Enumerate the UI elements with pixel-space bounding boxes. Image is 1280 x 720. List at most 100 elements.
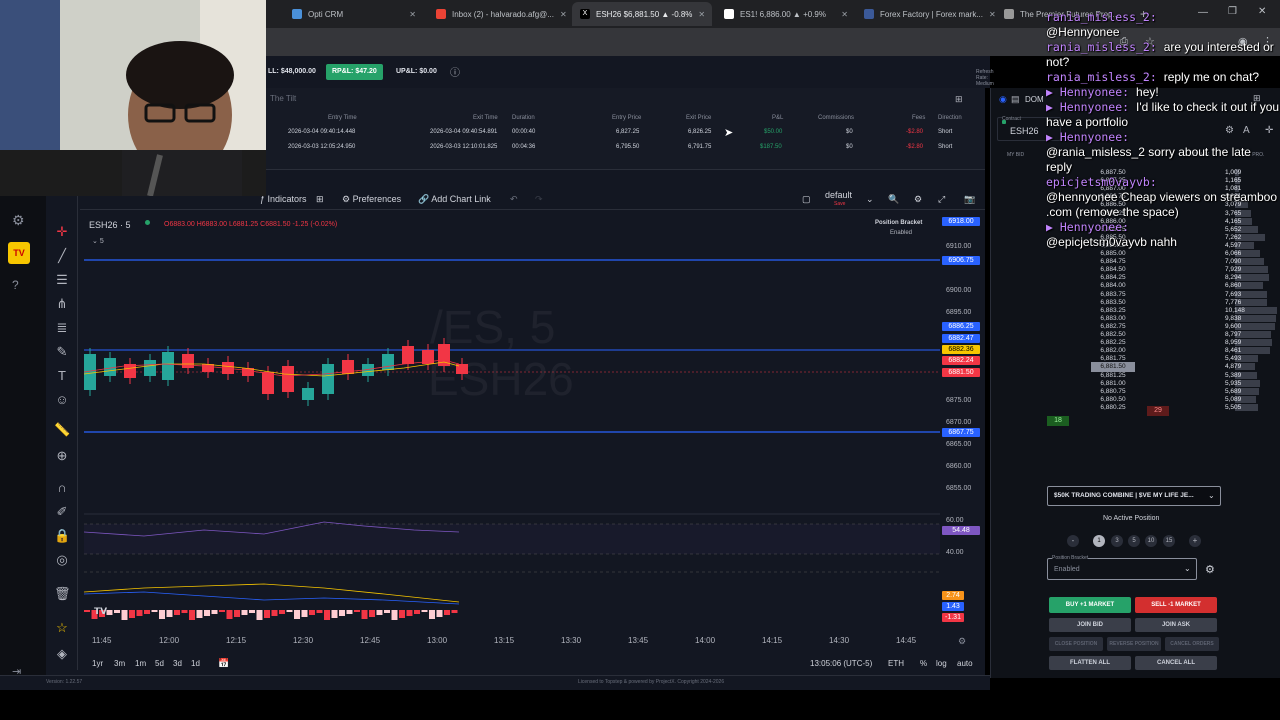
sell-market-button[interactable]: SELL -1 MARKET [1135, 597, 1217, 613]
layout-chevron-icon[interactable]: ⌄ [866, 194, 874, 205]
crosshair-icon[interactable]: ✛ [54, 224, 70, 240]
col-entry-price[interactable]: Entry Price [612, 115, 641, 121]
browser-tab-forex-factory[interactable]: Forex Factory | Forex mark... ✕ [856, 2, 996, 26]
preferences-button[interactable]: ⚙ Preferences [342, 194, 401, 205]
trendline-icon[interactable]: ╱ [54, 248, 70, 264]
templates-grid-icon[interactable]: ⊞ [316, 194, 324, 205]
tilt-tab[interactable]: The Tilt [270, 94, 296, 103]
percent-toggle[interactable]: % [920, 659, 927, 668]
horizontal-lines-icon[interactable]: ☰ [54, 272, 70, 288]
range-1m[interactable]: 1m [135, 659, 146, 668]
flatten-all-button[interactable]: FLATTEN ALL [1049, 656, 1131, 670]
col-commissions[interactable]: Commissions [818, 115, 854, 121]
macd-signal-line [84, 583, 460, 603]
layout-save-label[interactable]: Save [834, 201, 845, 207]
ruler-icon[interactable]: 📏 [54, 422, 70, 438]
bracket-select[interactable]: Position Bracket Enabled ⌄ [1047, 555, 1197, 580]
col-fees[interactable]: Fees [912, 115, 925, 121]
lock-icon[interactable]: 🔒 [54, 528, 70, 544]
browser-tab-inbox[interactable]: Inbox (2) - halvarado.afg@... ✕ [428, 2, 568, 26]
range-3m[interactable]: 3m [114, 659, 125, 668]
macd-bar [136, 610, 143, 616]
info-icon[interactable]: ⓘ [450, 64, 460, 79]
bracket-settings-icon[interactable]: ⚙ [1205, 563, 1215, 576]
search-icon[interactable]: 🔍 [888, 194, 899, 205]
join-ask-button[interactable]: JOIN ASK [1135, 618, 1217, 632]
cancel-all-button[interactable]: CANCEL ALL [1135, 656, 1217, 670]
close-tab-icon[interactable]: ✕ [835, 10, 848, 19]
col-duration[interactable]: Duration [512, 115, 535, 121]
col-exit-time[interactable]: Exit Time [473, 115, 498, 121]
qty-minus-button[interactable]: - [1067, 535, 1079, 547]
dom-ladder-row[interactable]: 6,880.25 5,505 [991, 403, 1280, 413]
fullscreen-square-icon[interactable]: ▢ [802, 194, 811, 205]
browser-tab-esh26[interactable]: X ESH26 $6,881.50 ▲ -0.8% ✕ [572, 2, 712, 26]
range-1yr[interactable]: 1yr [92, 659, 103, 668]
log-toggle[interactable]: log [936, 659, 947, 668]
favorite-star-icon[interactable]: ☆ [54, 620, 70, 636]
range-5d[interactable]: 5d [155, 659, 164, 668]
time-axis-settings-icon[interactable]: ⚙ [958, 636, 966, 647]
col-direction[interactable]: Direction [938, 115, 962, 121]
col-pl[interactable]: P&L [772, 115, 783, 121]
qty-plus-button[interactable]: + [1189, 535, 1201, 547]
tab-title: Inbox (2) - halvarado.afg@... [452, 9, 554, 19]
eye-icon[interactable]: ◎ [54, 552, 70, 568]
brush-icon[interactable]: ✎ [54, 344, 70, 360]
footer: Version: 1.22.57 Licensed to Topstep & p… [0, 675, 990, 690]
browser-tab-es1[interactable]: ES1! 6,886.00 ▲ +0.9% ✕ [716, 2, 856, 26]
close-tab-icon[interactable]: ✕ [403, 10, 416, 19]
auto-toggle[interactable]: auto [957, 659, 973, 668]
qty-option[interactable]: 15 [1163, 535, 1175, 547]
help-icon[interactable]: ? [12, 278, 19, 292]
add-chart-link-button[interactable]: 🔗 Add Chart Link [418, 194, 491, 205]
browser-tab-opti-crm[interactable]: Opti CRM ✕ [284, 2, 424, 26]
redo-icon[interactable]: ↷ [535, 194, 543, 205]
tv-logo-icon[interactable]: TV [8, 242, 30, 264]
chart-settings-icon[interactable]: ⚙ [914, 194, 922, 205]
close-tab-icon[interactable]: ✕ [554, 10, 567, 19]
col-exit-price[interactable]: Exit Price [686, 115, 711, 121]
session-toggle[interactable]: ETH [888, 659, 904, 668]
cancel-orders-button[interactable]: CANCEL ORDERS [1165, 637, 1219, 651]
refresh-rate-label[interactable]: Refresh Rate: Medium [976, 69, 994, 87]
join-bid-button[interactable]: JOIN BID [1049, 618, 1131, 632]
range-3d[interactable]: 3d [173, 659, 182, 668]
pitchfork-icon[interactable]: ⋔ [54, 296, 70, 312]
expand-icon[interactable]: ⤢ [938, 194, 945, 205]
qty-option[interactable]: 3 [1111, 535, 1123, 547]
pencil-lock-icon[interactable]: ✐ [54, 504, 70, 520]
account-select[interactable]: $50K TRADING COMBINE | $VE MY LIFE JE...… [1047, 486, 1221, 506]
add-panel-icon[interactable]: ⊞ [955, 94, 963, 105]
fib-icon[interactable]: ≣ [54, 320, 70, 336]
layers-icon[interactable]: ◈ [54, 646, 70, 662]
macd-bar [286, 610, 293, 612]
magnet-icon[interactable]: ∩ [54, 480, 70, 496]
close-tab-icon[interactable]: ✕ [692, 10, 705, 19]
col-entry-time[interactable]: Entry Time [328, 115, 357, 121]
qty-option[interactable]: 5 [1128, 535, 1140, 547]
settings-gear-icon[interactable]: ⚙ [12, 212, 25, 229]
chat-username: rania_misless_2: [1046, 10, 1157, 24]
qty-option[interactable]: 10 [1145, 535, 1157, 547]
clock-readout[interactable]: 13:05:06 (UTC-5) [810, 659, 872, 668]
price-chart-canvas[interactable] [84, 214, 940, 634]
buy-market-button[interactable]: BUY +1 MARKET [1049, 597, 1131, 613]
emoji-icon[interactable]: ☺ [54, 392, 70, 408]
close-tab-icon[interactable]: ✕ [983, 10, 996, 19]
undo-icon[interactable]: ↶ [510, 194, 518, 205]
range-1d[interactable]: 1d [191, 659, 200, 668]
dom-col-my-bid: MY BID [1007, 152, 1025, 158]
trash-icon[interactable]: 🗑 [54, 586, 71, 602]
qty-option[interactable]: 1 [1093, 535, 1105, 547]
zoom-icon[interactable]: ⊕ [54, 448, 70, 464]
calendar-icon[interactable]: 📅 [218, 658, 229, 669]
camera-icon[interactable]: 📷 [964, 194, 975, 205]
layout-name[interactable]: default [825, 190, 852, 200]
reverse-position-button[interactable]: REVERSE POSITION [1107, 637, 1161, 651]
dom-tab[interactable]: DOM [1025, 95, 1044, 104]
close-position-button[interactable]: CLOSE POSITION [1049, 637, 1103, 651]
text-tool-icon[interactable]: T [54, 368, 70, 384]
price-tick: 6860.00 [946, 463, 972, 470]
indicators-button[interactable]: ƒ Indicators [260, 194, 307, 204]
